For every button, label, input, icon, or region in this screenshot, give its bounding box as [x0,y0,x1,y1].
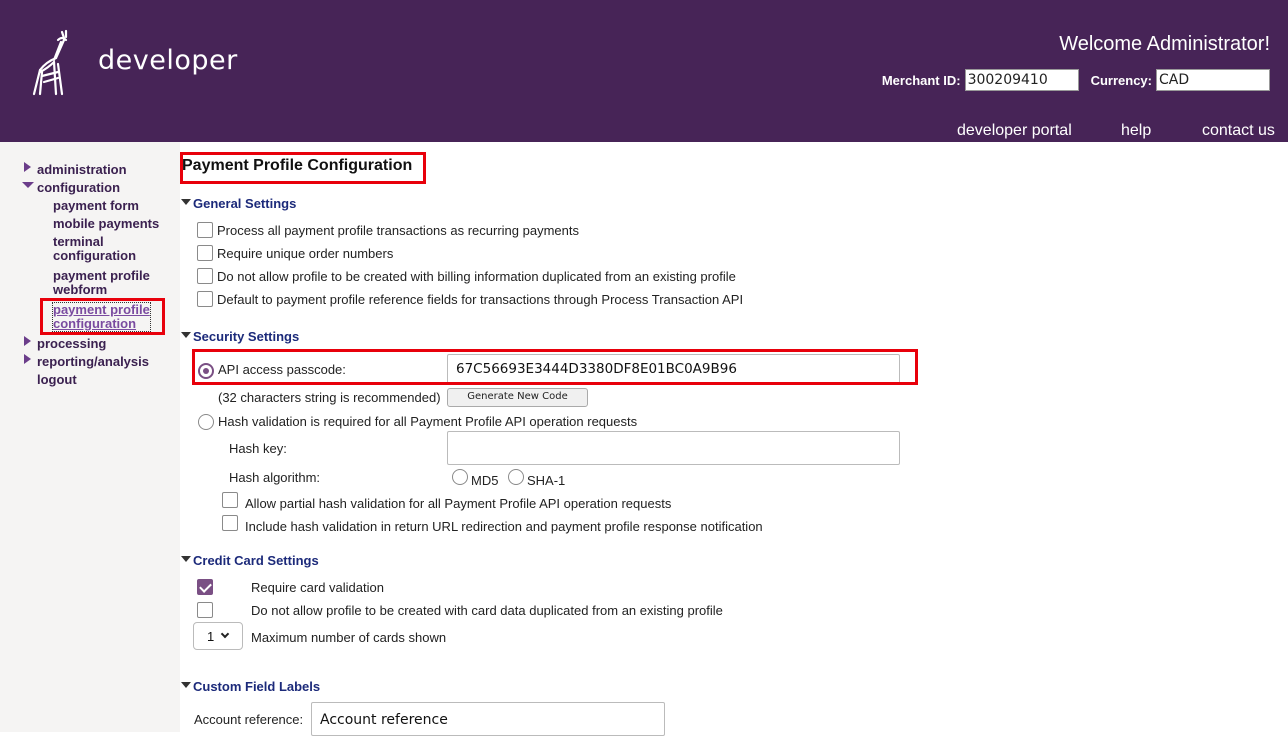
md5-radio[interactable] [452,469,468,485]
expand-administration-icon[interactable] [24,162,31,172]
collapse-configuration-icon[interactable] [22,182,34,188]
custom-field-labels-label: Custom Field Labels [193,679,321,694]
default-reference-checkbox[interactable] [197,291,213,307]
sidebar: administration configuration payment for… [0,142,180,732]
max-cards-value: 1 [207,629,215,644]
sidebar-item-payment-form[interactable]: payment form [53,199,163,213]
webform-line2: webform [53,282,108,297]
logo[interactable]: developer [28,28,237,98]
api-passcode-label: API access passcode: [218,362,346,377]
unique-order-label: Require unique order numbers [217,246,394,261]
credit-card-settings-label: Credit Card Settings [193,553,319,568]
sha1-label: SHA-1 [527,473,566,488]
currency-field[interactable]: CAD [1156,69,1270,91]
merchant-info: Merchant ID: 300209410 Currency: CAD [882,69,1270,91]
sidebar-item-administration[interactable]: administration [37,163,127,177]
config-line1: payment profile [53,302,150,317]
webform-line1: payment profile [53,268,150,283]
default-reference-label: Default to payment profile reference fie… [217,292,744,307]
credit-card-settings-heading[interactable]: Credit Card Settings [181,553,319,568]
hash-key-label: Hash key: [229,441,287,456]
hash-algorithm-label: Hash algorithm: [229,470,321,485]
hash-key-input[interactable] [447,431,900,465]
generate-new-code-button[interactable]: Generate New Code [447,388,588,407]
sidebar-item-logout[interactable]: logout [37,373,77,387]
include-hash-label: Include hash validation in return URL re… [245,519,763,534]
top-header: developer Welcome Administrator! Merchan… [0,0,1288,142]
config-line2: configuration [53,316,137,331]
giraffe-logo-icon [32,29,68,96]
chevron-down-icon [220,629,230,639]
sha1-radio[interactable] [508,469,524,485]
sidebar-item-payment-profile-webform[interactable]: payment profile webform [53,269,163,297]
sidebar-item-terminal-configuration[interactable]: terminal configuration [53,235,163,263]
terminal-line1: terminal [53,234,104,249]
main-content: Payment Profile Configuration General Se… [180,142,1288,736]
api-passcode-input[interactable]: 67C56693E3444D3380DF8E01BC0A9B96 [447,354,900,384]
partial-hash-label: Allow partial hash validation for all Pa… [245,496,672,511]
merchant-id-label: Merchant ID: [881,72,961,88]
custom-field-labels-heading[interactable]: Custom Field Labels [181,679,320,694]
duplicate-billing-checkbox[interactable] [197,268,213,284]
terminal-line2: configuration [53,248,137,263]
account-reference-input[interactable]: Account reference [311,702,665,736]
contact-us-link[interactable]: contact us [1202,122,1275,140]
top-links: developer portal help contact us [0,122,1288,142]
sidebar-item-configuration[interactable]: configuration [37,181,120,195]
card-duplicate-label: Do not allow profile to be created with … [251,603,723,618]
duplicate-billing-label: Do not allow profile to be created with … [217,269,736,284]
sidebar-item-reporting[interactable]: reporting/analysis [37,355,149,369]
md5-label: MD5 [471,473,499,488]
include-hash-checkbox[interactable] [222,515,238,531]
general-settings-label: General Settings [193,196,297,211]
currency-label: Currency: [1090,72,1152,88]
recurring-payments-label: Process all payment profile transactions… [217,223,579,238]
collapse-credit-icon [181,556,191,562]
welcome-message: Welcome Administrator! [1059,33,1270,55]
passcode-recommendation: (32 characters string is recommended) [218,390,441,405]
collapse-security-icon [181,332,191,338]
max-cards-select[interactable]: 1 [193,622,243,650]
recurring-payments-checkbox[interactable] [197,222,213,238]
merchant-id-field[interactable]: 300209410 [964,69,1079,91]
sidebar-item-processing[interactable]: processing [37,337,106,351]
security-settings-label: Security Settings [193,329,300,344]
sidebar-item-payment-profile-configuration[interactable]: payment profile configuration [52,302,151,332]
expand-reporting-icon[interactable] [24,354,31,364]
expand-processing-icon[interactable] [24,336,31,346]
security-settings-heading[interactable]: Security Settings [181,329,299,344]
hash-validation-label: Hash validation is required for all Paym… [218,414,638,429]
developer-portal-link[interactable]: developer portal [957,122,1072,140]
help-link[interactable]: help [1121,122,1151,140]
collapse-custom-icon [181,682,191,688]
max-cards-label: Maximum number of cards shown [251,630,447,645]
hash-validation-radio[interactable] [198,414,214,430]
require-card-validation-label: Require card validation [251,580,384,595]
collapse-general-icon [181,199,191,205]
logo-text: developer [98,45,238,76]
unique-order-checkbox[interactable] [197,245,213,261]
require-card-validation-checkbox[interactable] [197,579,213,595]
partial-hash-checkbox[interactable] [222,492,238,508]
api-passcode-radio[interactable] [198,363,214,379]
sidebar-item-mobile-payments[interactable]: mobile payments [53,217,163,231]
card-duplicate-checkbox[interactable] [197,602,213,618]
account-reference-label: Account reference: [194,712,304,727]
general-settings-heading[interactable]: General Settings [181,196,296,211]
page-title: Payment Profile Configuration [182,157,413,174]
